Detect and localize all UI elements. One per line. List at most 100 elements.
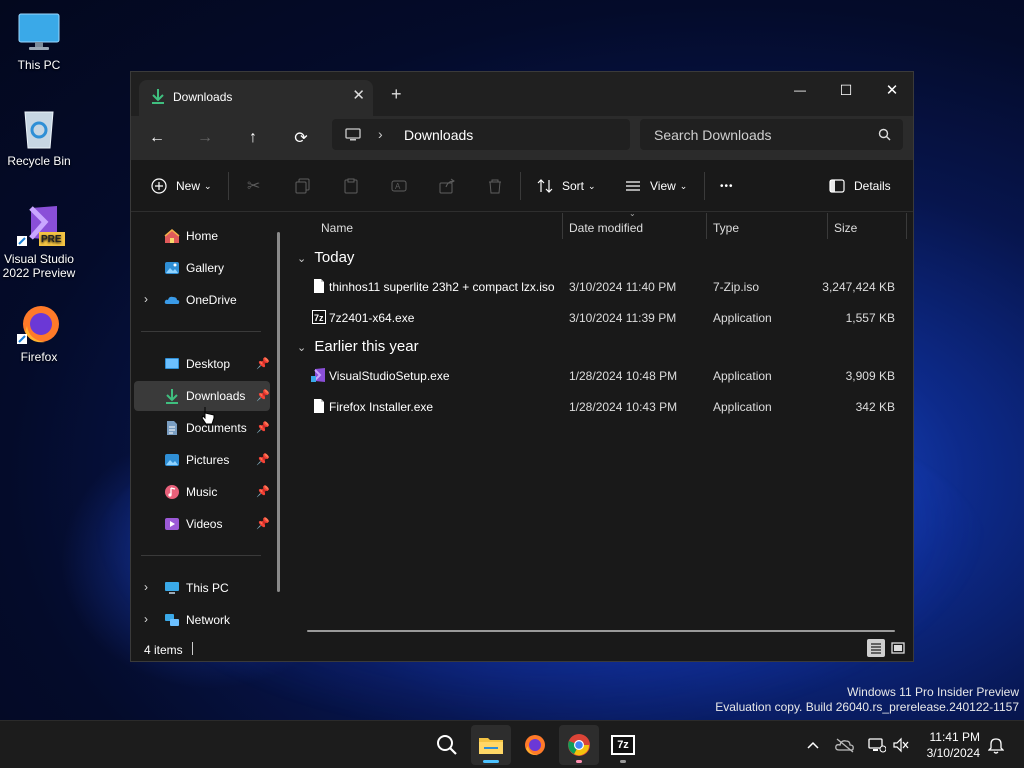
file-type: Application — [713, 311, 772, 325]
system-clock[interactable]: 11:41 PM 3/10/2024 — [927, 729, 980, 761]
file-row[interactable]: Firefox Installer.exe 1/28/2024 10:43 PM… — [297, 392, 903, 422]
taskbar-chrome[interactable] — [559, 725, 599, 765]
nav-pane-scrollbar[interactable] — [277, 232, 280, 592]
column-header-size[interactable]: Size — [834, 213, 857, 243]
view-button[interactable]: View ⌄ — [625, 174, 687, 198]
sort-button[interactable]: Sort ⌄ — [537, 174, 596, 198]
nav-item-onedrive[interactable]: › OneDrive — [134, 285, 270, 315]
search-icon — [437, 735, 457, 755]
group-title: Today — [314, 249, 355, 266]
copy-icon[interactable] — [295, 174, 311, 198]
cloud-icon — [164, 296, 180, 304]
search-input[interactable]: Search Downloads — [654, 127, 772, 143]
desktop-icon-visual-studio[interactable]: PRE Visual Studio 2022 Preview — [1, 204, 77, 280]
show-hidden-icons-chevron-icon[interactable] — [803, 735, 823, 755]
nav-item-desktop[interactable]: Desktop 📌 — [134, 349, 270, 379]
home-icon — [164, 229, 180, 243]
nav-divider — [141, 331, 261, 332]
close-window-button[interactable]: ✕ — [869, 76, 915, 104]
back-button[interactable]: ← — [141, 124, 173, 152]
desktop-icon-label: Recycle Bin — [7, 154, 71, 168]
status-bar: 4 items — [131, 635, 913, 661]
search-box[interactable]: Search Downloads — [640, 119, 903, 150]
clock-time: 11:41 PM — [929, 730, 980, 744]
new-button[interactable]: New ⌄ — [151, 174, 212, 198]
column-divider[interactable] — [562, 213, 563, 239]
visual-studio-icon: PRE — [17, 204, 65, 248]
column-divider[interactable] — [906, 213, 907, 239]
pin-icon[interactable]: 📌 — [256, 517, 270, 530]
column-divider[interactable] — [706, 213, 707, 239]
chevron-down-icon: ⌄ — [679, 180, 688, 191]
nav-item-pictures[interactable]: Pictures 📌 — [134, 445, 270, 475]
nav-item-gallery[interactable]: Gallery — [134, 253, 270, 283]
chevron-right-icon[interactable]: › — [144, 292, 148, 306]
file-row[interactable]: 7z 7z2401-x64.exe 3/10/2024 11:39 PM App… — [297, 303, 903, 333]
nav-item-network[interactable]: › Network — [134, 605, 270, 635]
nav-item-home[interactable]: Home — [134, 221, 270, 251]
cut-icon[interactable]: ✂ — [247, 174, 260, 198]
breadcrumb-current[interactable]: Downloads — [404, 127, 473, 143]
pin-icon[interactable]: 📌 — [256, 389, 270, 402]
details-view-toggle[interactable] — [867, 639, 885, 657]
nav-item-music[interactable]: Music 📌 — [134, 477, 270, 507]
address-bar[interactable]: › Downloads — [332, 119, 630, 150]
paste-icon[interactable] — [343, 174, 359, 198]
group-header-earlier-this-year[interactable]: ⌄ Earlier this year — [297, 338, 419, 355]
chevron-right-icon[interactable]: › — [144, 612, 148, 626]
file-row[interactable]: VisualStudioSetup.exe 1/28/2024 10:48 PM… — [297, 361, 903, 391]
new-tab-button[interactable]: + — [391, 84, 402, 105]
notification-bell-icon[interactable] — [986, 735, 1006, 755]
delete-icon[interactable] — [487, 174, 503, 198]
close-tab-icon[interactable]: ✕ — [352, 86, 365, 104]
pin-icon[interactable]: 📌 — [256, 357, 270, 370]
status-divider — [192, 642, 193, 655]
column-header-type[interactable]: Type — [713, 213, 739, 243]
pin-icon[interactable]: 📌 — [256, 485, 270, 498]
desktop-icon-recycle-bin[interactable]: Recycle Bin — [1, 106, 77, 168]
onedrive-offline-icon[interactable] — [835, 735, 855, 755]
clock-date: 3/10/2024 — [926, 746, 980, 760]
share-icon[interactable] — [439, 174, 455, 198]
taskbar-7-zip[interactable]: 7z — [603, 725, 643, 765]
tab-downloads[interactable]: Downloads ✕ — [139, 80, 373, 116]
pin-icon[interactable]: 📌 — [256, 453, 270, 466]
volume-muted-icon[interactable] — [891, 735, 911, 755]
chevron-right-icon[interactable]: › — [144, 580, 148, 594]
seven-zip-icon: 7z — [312, 310, 326, 324]
up-button[interactable]: ↑ — [237, 124, 269, 152]
pin-icon[interactable]: 📌 — [256, 421, 270, 434]
refresh-button[interactable]: ⟳ — [285, 124, 317, 152]
taskbar-search-button[interactable] — [427, 725, 467, 765]
details-button[interactable]: Details — [829, 174, 891, 198]
more-options-button[interactable]: ••• — [720, 174, 734, 198]
chevron-down-icon: ⌄ — [204, 180, 212, 191]
network-status-icon[interactable] — [867, 735, 887, 755]
nav-item-videos[interactable]: Videos 📌 — [134, 509, 270, 539]
maximize-button[interactable]: ☐ — [823, 76, 869, 104]
details-label: Details — [854, 179, 891, 193]
file-date: 3/10/2024 11:40 PM — [569, 280, 677, 294]
file-type: Application — [713, 400, 772, 414]
large-icons-view-toggle[interactable] — [889, 639, 907, 657]
download-icon — [166, 389, 178, 404]
column-header-name[interactable]: Name — [321, 213, 353, 243]
file-size: 3,909 KB — [845, 369, 895, 383]
minimize-button[interactable]: — — [777, 76, 823, 104]
nav-item-label: This PC — [186, 581, 229, 595]
nav-item-label: Desktop — [186, 357, 231, 371]
taskbar-firefox[interactable] — [515, 725, 555, 765]
group-header-today[interactable]: ⌄ Today — [297, 249, 354, 266]
nav-item-this-pc[interactable]: › This PC — [134, 573, 270, 603]
file-row[interactable]: thinhos11 superlite 23h2 + compact lzx.i… — [297, 272, 903, 302]
nav-item-label: OneDrive — [186, 293, 237, 307]
rename-icon[interactable]: A — [391, 174, 407, 198]
forward-button[interactable]: → — [189, 124, 221, 152]
desktop-icon-this-pc[interactable]: This PC — [1, 10, 77, 72]
file-icon — [314, 279, 324, 293]
horizontal-scrollbar[interactable] — [307, 630, 895, 632]
column-divider[interactable] — [827, 213, 828, 239]
desktop-icon-firefox[interactable]: Firefox — [1, 302, 77, 364]
taskbar-file-explorer[interactable] — [471, 725, 511, 765]
file-name: VisualStudioSetup.exe — [329, 369, 450, 383]
